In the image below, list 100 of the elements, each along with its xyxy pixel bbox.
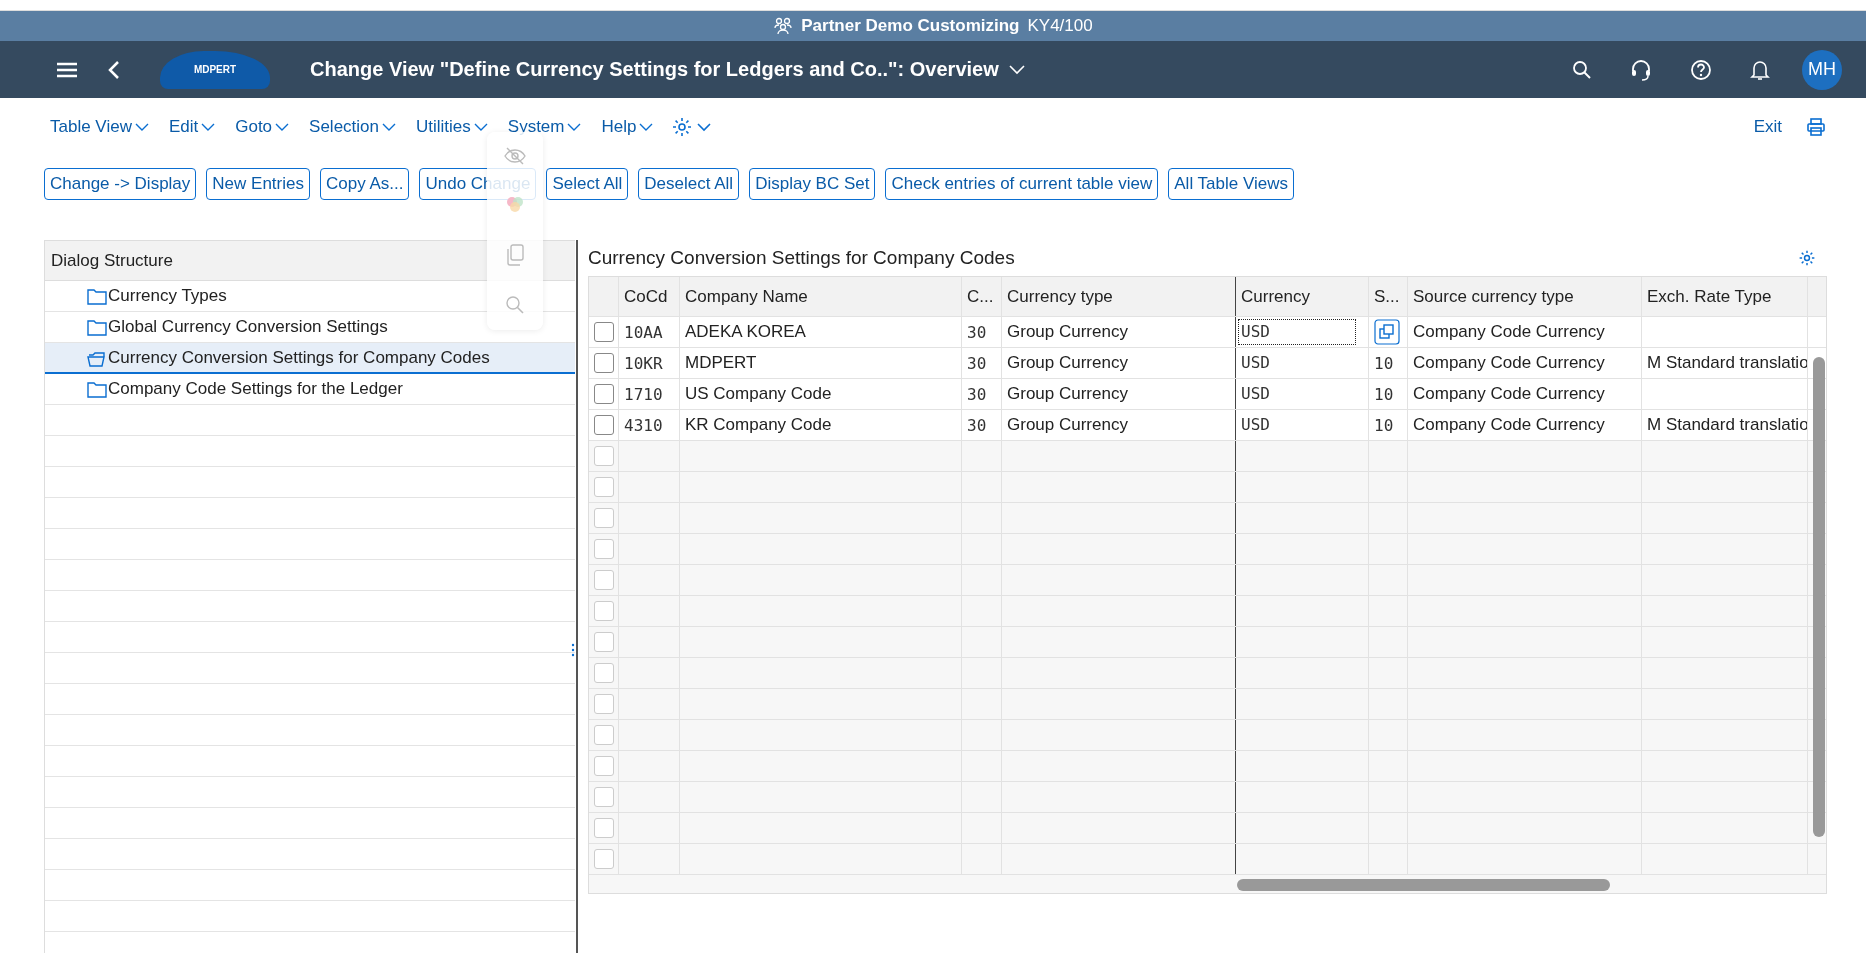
menu-item[interactable]: Table View — [48, 117, 159, 137]
column-header[interactable]: Company Name — [680, 277, 962, 316]
column-header[interactable]: Source currency type — [1408, 277, 1642, 316]
chevron-down-icon — [382, 122, 396, 132]
column-header[interactable]: CoCd — [619, 277, 680, 316]
folder-icon — [87, 380, 107, 398]
chevron-down-icon — [275, 122, 290, 132]
toolbar-button[interactable]: All Table Views — [1168, 168, 1294, 200]
row-checkbox[interactable] — [593, 818, 614, 838]
currency-field[interactable]: USD — [1238, 381, 1356, 407]
toolbar-button[interactable]: Display BC Set — [749, 168, 876, 200]
chevron-down-icon — [201, 122, 216, 132]
toolbar-button[interactable]: Check entries of current table view — [885, 168, 1159, 200]
print-icon[interactable] — [1806, 117, 1826, 137]
toolbar-button[interactable]: Deselect All — [638, 168, 740, 200]
currency-field[interactable]: USD — [1238, 350, 1356, 376]
row-checkbox[interactable] — [593, 663, 614, 683]
people-icon — [773, 17, 794, 35]
menu-icon[interactable] — [56, 60, 78, 79]
currency-field[interactable]: USD — [1238, 319, 1356, 345]
folder-icon — [87, 287, 107, 305]
exit-button[interactable]: Exit — [1747, 116, 1788, 138]
row-checkbox[interactable] — [593, 384, 614, 404]
column-header[interactable]: S... — [1369, 277, 1408, 316]
row-checkbox[interactable] — [593, 725, 614, 745]
sparkle-icon[interactable] — [505, 194, 525, 215]
chevron-down-icon — [567, 122, 582, 132]
table-cell: Group Currency — [1007, 353, 1128, 373]
row-checkbox[interactable] — [593, 539, 614, 559]
row-checkbox[interactable] — [593, 415, 614, 435]
table-cell: 10 — [1374, 415, 1394, 435]
table-cell: 30 — [967, 415, 987, 435]
table-cell: KR Company Code — [685, 415, 832, 435]
row-checkbox[interactable] — [593, 570, 614, 590]
table-cell: 30 — [967, 384, 987, 404]
table-cell: Company Code Currency — [1413, 415, 1605, 435]
table-cell: 10KR — [624, 353, 663, 373]
table-cell: 10 — [1374, 384, 1394, 404]
table-cell: Group Currency — [1007, 415, 1128, 435]
headset-icon[interactable] — [1630, 58, 1652, 81]
table-cell: US Company Code — [685, 384, 832, 404]
table-cell: 30 — [967, 353, 987, 373]
bell-icon[interactable] — [1750, 58, 1770, 81]
back-icon[interactable] — [108, 59, 120, 80]
toolbar-button[interactable]: Copy As... — [319, 168, 410, 200]
column-header[interactable]: Exch. Rate Type — [1642, 277, 1808, 316]
row-checkbox[interactable] — [593, 694, 614, 714]
chevron-down-icon — [134, 122, 149, 132]
tree-item[interactable]: Currency Conversion Settings for Company Codes — [45, 343, 575, 374]
folder-icon — [87, 318, 107, 336]
row-checkbox[interactable] — [593, 322, 614, 342]
column-header[interactable]: C... — [962, 277, 1002, 316]
toolbar-button[interactable]: Select All — [546, 168, 629, 200]
table-cell: 10AA — [624, 322, 663, 342]
currency-field[interactable]: USD — [1238, 412, 1356, 438]
eye-slash-icon[interactable] — [504, 146, 526, 165]
help-icon[interactable] — [1690, 58, 1712, 81]
user-avatar[interactable]: MH — [1802, 49, 1842, 90]
toolbar-button[interactable]: Change -> Display — [44, 168, 197, 200]
table-cell: Group Currency — [1007, 322, 1128, 342]
page-title: Change View "Define Currency Settings for Ledgers and Co..": Overview — [310, 58, 999, 81]
column-header[interactable]: Currency type — [1002, 277, 1236, 316]
company-logo[interactable]: MDPERT — [160, 50, 270, 89]
menu-item[interactable]: Edit — [166, 117, 226, 137]
column-header[interactable]: Currency — [1236, 277, 1369, 316]
menu-item[interactable]: Help — [599, 117, 664, 137]
system-title: Partner Demo Customizing — [801, 16, 1020, 36]
chevron-down-icon — [473, 122, 488, 132]
menu-item[interactable]: Selection — [307, 117, 406, 137]
menu-item[interactable]: Goto — [233, 117, 300, 137]
panel-title: Dialog Structure — [51, 250, 173, 271]
chevron-down-icon[interactable] — [1008, 64, 1025, 75]
system-id: KY4/100 — [1027, 16, 1093, 36]
table-cell: M Standard translatio — [1647, 415, 1807, 435]
row-checkbox[interactable] — [593, 632, 614, 652]
table-cell: MDPERT — [685, 353, 757, 373]
row-checkbox[interactable] — [593, 477, 614, 497]
search-icon[interactable] — [1572, 59, 1592, 80]
table-cell: ADEKA KOREA — [685, 322, 806, 342]
copy-icon[interactable] — [506, 243, 524, 266]
row-checkbox[interactable] — [593, 446, 614, 466]
splitter-handle-icon[interactable] — [571, 643, 575, 657]
row-checkbox[interactable] — [593, 353, 614, 373]
tree-item[interactable]: Company Code Settings for the Ledger — [45, 374, 575, 405]
scrollbar-thumb[interactable] — [1237, 879, 1610, 891]
table-cell: Company Code Currency — [1413, 353, 1605, 373]
table-cell: M Standard translatio — [1647, 353, 1807, 373]
row-checkbox[interactable] — [593, 849, 614, 869]
row-checkbox[interactable] — [593, 756, 614, 776]
toolbar-button[interactable]: New Entries — [206, 168, 310, 200]
row-checkbox[interactable] — [593, 787, 614, 807]
row-checkbox[interactable] — [593, 601, 614, 621]
chevron-down-icon — [639, 122, 654, 132]
table-cell: 30 — [967, 322, 987, 342]
value-help-icon[interactable] — [1374, 319, 1400, 345]
scrollbar-thumb[interactable] — [1813, 357, 1825, 837]
row-checkbox[interactable] — [593, 508, 614, 528]
table-cell: 1710 — [624, 384, 663, 404]
settings-icon[interactable] — [1798, 249, 1816, 267]
table-cell: Group Currency — [1007, 384, 1128, 404]
